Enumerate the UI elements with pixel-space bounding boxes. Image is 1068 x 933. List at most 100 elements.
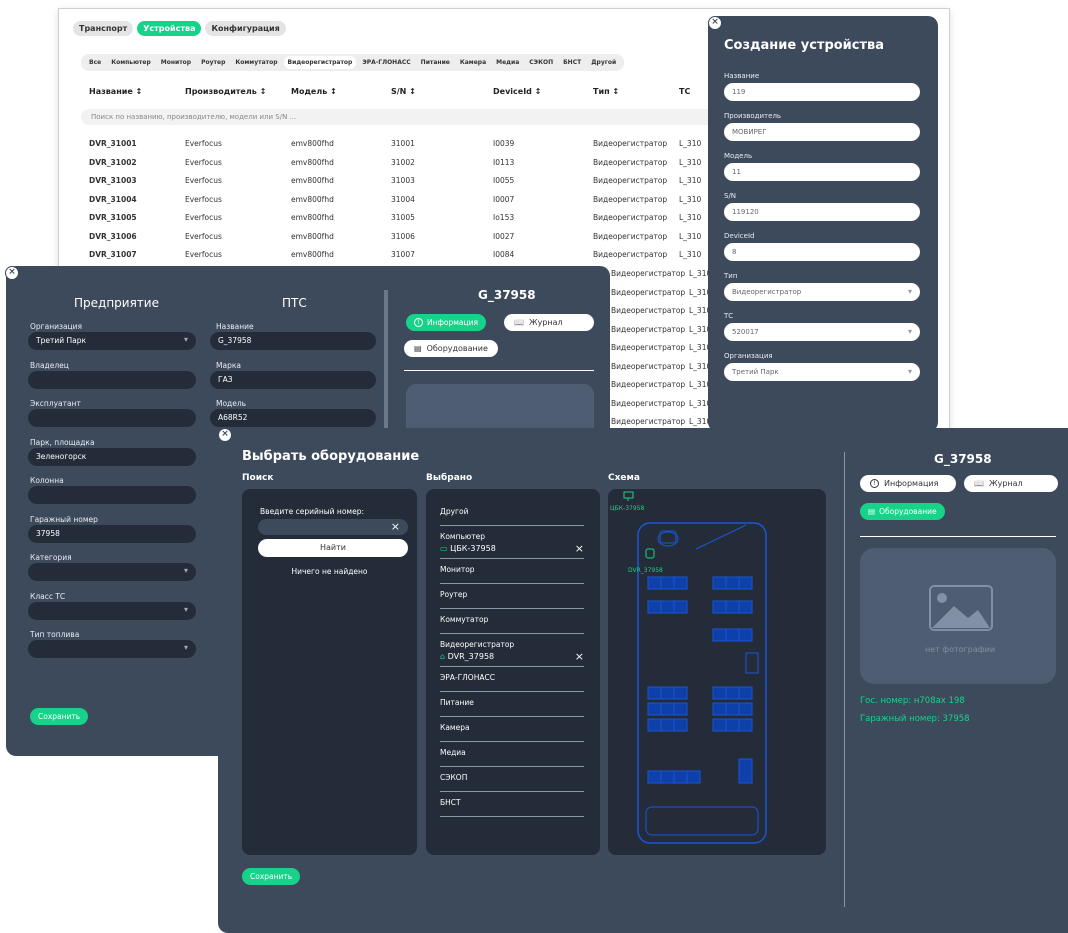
table-cell: Видеорегистратор [611,324,686,334]
image-icon: нет фотографии [925,585,995,654]
enterprise-field-select[interactable]: Третий Парк [28,332,196,350]
create-field-input[interactable]: 11 [724,163,920,181]
create-field-select[interactable]: 520017 [724,323,920,341]
table-cell: Видеорегистратор [611,380,686,389]
enterprise-field-input[interactable] [28,409,196,427]
table-row[interactable]: DVR_31003 Everfocus emv800fhd 31003 I0055 Вид… [81,176,761,194]
table-cell: Видеорегистратор [611,306,686,315]
pts-field-input[interactable]: A68R52 [210,409,376,427]
top-tabs: Транспорт Устройства Конфигурация [73,21,286,36]
category-separator [440,766,584,767]
vehicle-card-back-title: G_37958 [478,288,536,302]
subtab-power[interactable]: Питание [417,56,454,69]
enterprise-field-input[interactable] [28,370,196,389]
equipment-category-label: БНСТ [440,798,461,807]
enterprise-field-input[interactable] [28,486,196,504]
scheme-computer-marker[interactable]: ЦБК-37958 [610,491,644,512]
enterprise-field-select[interactable] [28,640,196,658]
create-device-title: Создание устройства [724,38,885,53]
table-row[interactable]: DVR_31006 Everfocus emv800fhd 31006 I0027 Вид… [81,232,761,250]
table-cell: DVR_31006 [89,231,137,241]
enterprise-field-input[interactable]: Зеленогорск [28,447,196,466]
tab-devices[interactable]: Устройства [137,21,202,36]
table-row[interactable]: DVR_31001 Everfocus emv800fhd 31001 I0039 Вид… [81,139,761,157]
create-field-select[interactable]: Видеорегистратор [724,283,920,301]
pts-field-input[interactable]: G_37958 [210,332,376,350]
create-field-select[interactable]: Третий Парк [724,363,920,381]
table-cell: 31005 [391,213,415,222]
enterprise-save-button[interactable]: Сохранить [30,708,89,725]
scheme-dvr-marker[interactable]: DVR_37958 [628,548,663,574]
serial-number-input[interactable]: × [258,519,408,535]
table-cell: Everfocus [185,213,222,222]
tab-transport[interactable]: Транспорт [73,21,134,36]
enterprise-field-label: Парк, площадка [30,437,95,447]
table-cell: emv800fhd [291,139,334,148]
enterprise-field-input[interactable]: 37958 [28,524,196,543]
info-tab-label: Информация [427,318,479,327]
enterprise-field-select[interactable] [28,601,196,620]
table-cell: Видеорегистратор [593,157,668,167]
subtab-other[interactable]: Другой [587,56,620,69]
enterprise-field-select[interactable] [28,563,196,581]
equipment-tab[interactable]: ▤ Оборудование [860,503,945,520]
tab-configuration[interactable]: Конфигурация [205,21,286,36]
remove-equipment-icon[interactable]: × [575,650,584,663]
subtab-sekop[interactable]: СЭКОП [525,56,557,69]
close-select-equipment-icon[interactable]: × [218,428,232,442]
column-name-header[interactable]: Название ↕ [89,87,142,96]
table-cell: 31004 [391,194,415,204]
create-field-input[interactable]: 8 [724,243,920,261]
journal-tab-back[interactable]: 📖 Журнал [504,314,594,331]
subtab-all[interactable]: Все [85,56,105,69]
table-row[interactable]: DVR_31004 Everfocus emv800fhd 31004 I0007 Вид… [81,195,761,213]
subtab-switch[interactable]: Коммутатор [231,56,281,69]
computer-icon: ▭ [440,544,451,553]
clear-icon[interactable]: × [391,520,400,533]
table-cell: Everfocus [185,231,222,241]
selected-equipment-item[interactable]: ⌂ DVR_37958 × [440,650,584,663]
subtab-camera[interactable]: Камера [456,56,490,69]
column-ts-header[interactable]: ТС [679,87,690,96]
close-vehicle-edit-icon[interactable]: × [5,266,19,280]
table-row[interactable]: DVR_31002 Everfocus emv800fhd 31002 I0113 Вид… [81,158,761,176]
find-button[interactable]: Найти [258,539,408,557]
column-model-header[interactable]: Модель ↕ [291,87,337,96]
table-cell: 31002 [391,157,415,167]
create-field-input[interactable]: 119 [724,83,920,101]
subtab-monitor[interactable]: Монитор [157,56,195,69]
equipment-tab-back[interactable]: ▤ Оборудование [404,340,498,357]
table-cell: DVR_31003 [89,176,137,185]
column-manufacturer-header[interactable]: Производитель ↕ [185,87,266,96]
create-field-label: ТС [724,312,734,320]
category-separator [440,666,584,667]
subtab-bnst[interactable]: БНСТ [559,56,585,69]
category-separator [440,716,584,717]
subtab-computer[interactable]: Компьютер [107,56,155,69]
create-field-input[interactable]: 119120 [724,203,920,221]
create-field-input[interactable]: МОВИРЕГ [724,123,920,141]
subtab-era-glonass[interactable]: ЭРА-ГЛОНАСС [358,56,414,69]
column-deviceid-header[interactable]: DeviceId ↕ [493,87,541,96]
table-cell: Видеорегистратор [593,176,668,185]
journal-tab[interactable]: 📖 Журнал [964,475,1058,492]
info-tab-back[interactable]: ! Информация [406,314,487,331]
selected-equipment-item[interactable]: ▭ ЦБК-37958 × [440,542,584,555]
table-cell: Видеорегистратор [593,194,668,204]
divider [384,290,388,430]
subtab-router[interactable]: Роутер [197,56,229,69]
info-tab[interactable]: ! Информация [860,475,956,492]
subtab-media[interactable]: Медиа [492,56,523,69]
column-sn-header[interactable]: S/N ↕ [391,87,416,96]
table-cell: 31003 [391,176,415,185]
remove-equipment-icon[interactable]: × [575,542,584,555]
pts-field-input[interactable]: ГАЗ [210,370,376,389]
table-row[interactable]: DVR_31005 Everfocus emv800fhd 31005 Io153 Вид… [81,213,761,231]
subtab-dvr[interactable]: Видеорегистратор [283,56,357,69]
table-cell: I0039 [493,139,515,148]
equipment-save-button[interactable]: Сохранить [242,868,301,885]
table-cell: L_310 [679,157,702,167]
column-type-header[interactable]: Тип ↕ [593,87,619,96]
table-search-input[interactable]: Поиск по названию, производителю, модели… [81,109,741,125]
close-create-device-icon[interactable]: × [708,16,722,30]
